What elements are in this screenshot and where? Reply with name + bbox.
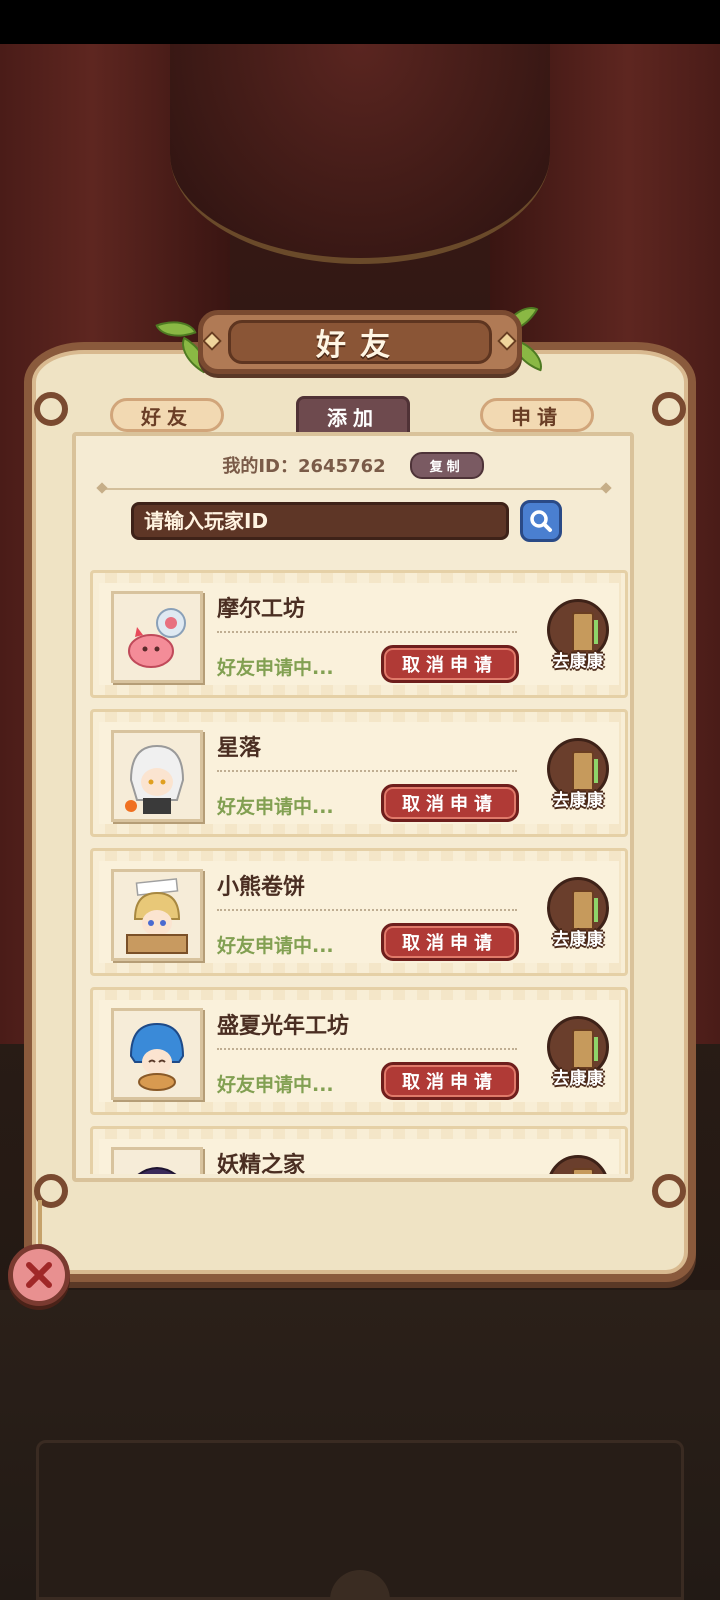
panel-corner-ornament — [34, 392, 68, 426]
door-icon — [572, 890, 598, 930]
search-button[interactable] — [520, 500, 562, 542]
dialog-title: 好友 — [316, 328, 404, 363]
friend-name: 星落 — [217, 736, 262, 761]
list-item: 小熊卷饼 好友申请中... 取消申请 去康康 — [90, 848, 628, 976]
avatar[interactable] — [111, 1008, 203, 1100]
tab-requests[interactable]: 申请 — [480, 398, 594, 432]
dotted-divider — [217, 631, 517, 633]
list-item: 摩尔工坊 好友申请中... 取消申请 去康康 — [90, 570, 628, 698]
search-icon — [530, 510, 552, 532]
dotted-divider — [217, 1048, 517, 1050]
avatar[interactable] — [111, 1147, 203, 1174]
panel-corner-ornament — [652, 1174, 686, 1208]
visit-label: 去康康 — [552, 930, 604, 950]
visit-button[interactable] — [543, 1155, 613, 1174]
avatar[interactable] — [111, 730, 203, 822]
panel-corner-ornament — [652, 392, 686, 426]
divider — [100, 488, 608, 490]
title-plate: 好友 — [228, 320, 492, 364]
visit-label: 去康康 — [552, 791, 604, 811]
slime-avatar-icon — [128, 608, 186, 668]
cancel-request-button[interactable]: 取消申请 — [381, 923, 519, 961]
cancel-request-button[interactable]: 取消申请 — [381, 1062, 519, 1100]
request-status: 好友申请中... — [217, 935, 334, 957]
visit-button[interactable]: 去康康 — [543, 599, 613, 679]
visit-button[interactable]: 去康康 — [543, 877, 613, 957]
friend-name: 妖精之家 — [217, 1153, 306, 1174]
cancel-request-button[interactable]: 取消申请 — [381, 784, 519, 822]
curtain-valance — [170, 44, 550, 264]
white-hair-girl-avatar-icon — [125, 744, 185, 814]
door-icon — [572, 1168, 594, 1174]
door-icon-circle — [547, 1155, 609, 1174]
status-bar — [0, 0, 720, 44]
close-icon — [26, 1262, 52, 1288]
visit-label: 去康康 — [552, 1069, 604, 1089]
dotted-divider — [217, 909, 517, 911]
avatar[interactable] — [111, 869, 203, 961]
blue-hair-boy-avatar-icon — [129, 1022, 185, 1091]
request-status: 好友申请中... — [217, 796, 334, 818]
player-id-input[interactable] — [131, 502, 509, 540]
door-icon — [572, 612, 598, 652]
dotted-divider — [217, 770, 517, 772]
copy-id-button[interactable]: 复制 — [409, 451, 484, 479]
request-list[interactable]: 摩尔工坊 好友申请中... 取消申请 去康康 星落 好友申请中... 取消申请 … — [90, 570, 628, 1174]
door-icon — [572, 1029, 598, 1069]
visit-button[interactable]: 去康康 — [543, 738, 613, 818]
cancel-request-button[interactable]: 取消申请 — [381, 645, 519, 683]
list-item: 星落 好友申请中... 取消申请 去康康 — [90, 709, 628, 837]
avatar[interactable] — [111, 591, 203, 683]
tab-add[interactable]: 添加 — [296, 396, 410, 436]
purple-hat-avatar-icon — [137, 1167, 177, 1174]
door-icon — [572, 751, 598, 791]
close-button[interactable] — [8, 1244, 70, 1306]
my-id-text: 我的ID：2645762 — [222, 456, 386, 477]
request-status: 好友申请中... — [217, 1074, 334, 1096]
visit-label: 去康康 — [552, 652, 604, 672]
blonde-boy-avatar-icon — [126, 878, 188, 954]
friend-name: 摩尔工坊 — [217, 597, 306, 622]
list-item: 妖精之家 — [90, 1126, 628, 1174]
friend-name: 小熊卷饼 — [217, 875, 306, 900]
list-item: 盛夏光年工坊 好友申请中... 取消申请 去康康 — [90, 987, 628, 1115]
visit-button[interactable]: 去康康 — [543, 1016, 613, 1096]
tab-friends[interactable]: 好友 — [110, 398, 224, 432]
rope-decoration — [38, 1200, 42, 1246]
request-status: 好友申请中... — [217, 657, 334, 679]
my-id-row: 我的ID：2645762 复制 — [72, 451, 634, 479]
friend-name: 盛夏光年工坊 — [217, 1014, 350, 1039]
